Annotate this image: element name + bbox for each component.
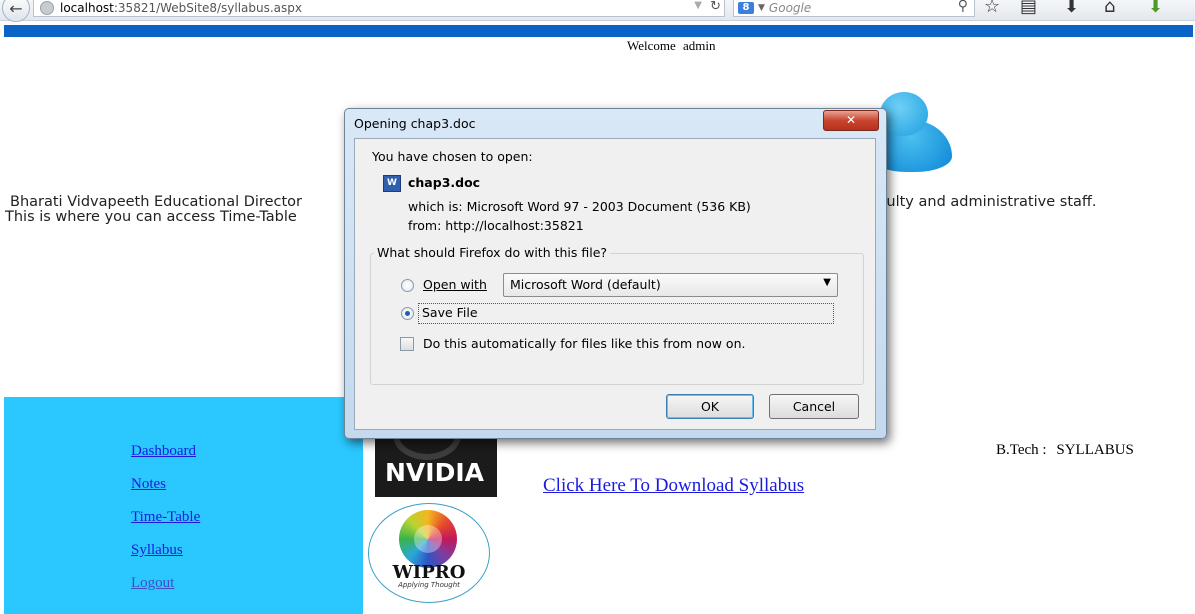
open-with-app-value: Microsoft Word (default) [510, 277, 661, 292]
sidebar-item-notes[interactable]: Notes [131, 476, 166, 493]
wipro-flower-center [414, 525, 442, 553]
wipro-logo: WIPRO Applying Thought [368, 503, 490, 603]
sidebar-item-time-table[interactable]: Time-Table [131, 509, 200, 526]
save-file-radio[interactable] [401, 307, 414, 320]
course-heading: B.Tech : SYLLABUS [996, 442, 1134, 459]
wipro-tagline: Applying Thought [398, 581, 460, 589]
intro-line1-start: Bharati Vidvapeeth Educational Director [10, 194, 302, 210]
download-syllabus-link[interactable]: Click Here To Download Syllabus [543, 475, 804, 497]
save-file-focus-box [418, 303, 834, 324]
from-value: http://localhost:35821 [445, 218, 584, 233]
file-type-row: which is: Microsoft Word 97 - 2003 Docum… [408, 199, 751, 214]
chevron-down-icon: ▼ [823, 277, 831, 288]
header-banner [4, 25, 1193, 37]
star-bookmark-icon[interactable]: ☆ [984, 0, 1000, 17]
chosen-to-open-text: You have chosen to open: [372, 149, 533, 164]
file-type-label: which is: [408, 199, 463, 214]
wipro-logo-text: WIPRO [392, 562, 466, 583]
search-engine-dropdown-icon[interactable]: ▼ [758, 3, 765, 13]
magnifier-icon[interactable]: ⚲ [958, 0, 968, 14]
open-with-radio[interactable] [401, 279, 414, 292]
file-type-value: Microsoft Word 97 - 2003 Document (536 K… [466, 199, 751, 214]
url-host: localhost [60, 1, 114, 15]
sidebar-item-dashboard[interactable]: Dashboard [131, 443, 196, 460]
auto-label[interactable]: Do this automatically for files like thi… [423, 336, 745, 351]
address-bar[interactable]: localhost:35821/WebSite8/syllabus.aspx ▼… [33, 0, 725, 17]
reload-icon[interactable]: ↻ [710, 0, 721, 14]
open-with-label[interactable]: Open with [423, 277, 487, 292]
from-label: from: [408, 218, 442, 233]
bookmarks-list-icon[interactable]: ▤ [1020, 0, 1037, 17]
word-document-icon: W [383, 175, 401, 192]
save-file-label[interactable]: Save File [422, 305, 478, 320]
dialog-body: You have chosen to open: W chap3.doc whi… [354, 138, 876, 430]
dialog-title: Opening chap3.doc [354, 116, 476, 131]
cancel-button[interactable]: Cancel [769, 394, 859, 419]
open-with-app-select[interactable]: Microsoft Word (default) ▼ [503, 273, 838, 297]
search-placeholder: Google [768, 1, 812, 15]
sidebar-item-logout[interactable]: Logout [131, 575, 174, 592]
nvidia-logo-text: NVIDIA [385, 458, 484, 487]
close-button[interactable]: ✕ [823, 110, 879, 131]
welcome-label: Welcome [627, 38, 676, 53]
sidebar-item-syllabus[interactable]: Syllabus [131, 542, 183, 559]
url-text: localhost:35821/WebSite8/syllabus.aspx [60, 1, 302, 15]
back-arrow-icon[interactable]: ← [2, 0, 30, 22]
dropdown-arrow-icon[interactable]: ▼ [694, 0, 702, 11]
search-engine-icon[interactable]: 8 [738, 2, 754, 14]
action-question: What should Firefox do with this file? [374, 245, 611, 260]
welcome-message: Welcome admin [627, 38, 716, 54]
globe-icon [40, 1, 54, 15]
close-icon: ✕ [845, 113, 857, 127]
course-value: SYLLABUS [1056, 442, 1134, 458]
save-file-text: Save File [422, 305, 478, 320]
browser-toolbar: ← localhost:35821/WebSite8/syllabus.aspx… [0, 0, 1195, 22]
user-head-icon [880, 92, 928, 136]
url-path: :35821/WebSite8/syllabus.aspx [113, 1, 303, 15]
home-icon[interactable]: ⌂ [1104, 0, 1115, 17]
file-name: chap3.doc [408, 175, 481, 190]
open-with-text: Open with [423, 277, 487, 292]
ok-button[interactable]: OK [666, 394, 754, 419]
addon-download-icon[interactable]: ⬇ [1148, 0, 1163, 17]
course-label: B.Tech : [996, 442, 1047, 458]
open-file-dialog: Opening chap3.doc ✕ You have chosen to o… [344, 108, 887, 439]
sidebar: Dashboard Notes Time-Table Syllabus Logo… [4, 397, 363, 614]
welcome-user: admin [683, 38, 716, 53]
auto-checkbox[interactable] [400, 337, 414, 351]
from-row: from: http://localhost:35821 [408, 218, 584, 233]
search-bar[interactable]: 8 ▼ Google ⚲ [733, 0, 975, 17]
download-icon[interactable]: ⬇ [1064, 0, 1079, 17]
intro-line2-start: This is where you can access Time-Table [5, 209, 297, 225]
